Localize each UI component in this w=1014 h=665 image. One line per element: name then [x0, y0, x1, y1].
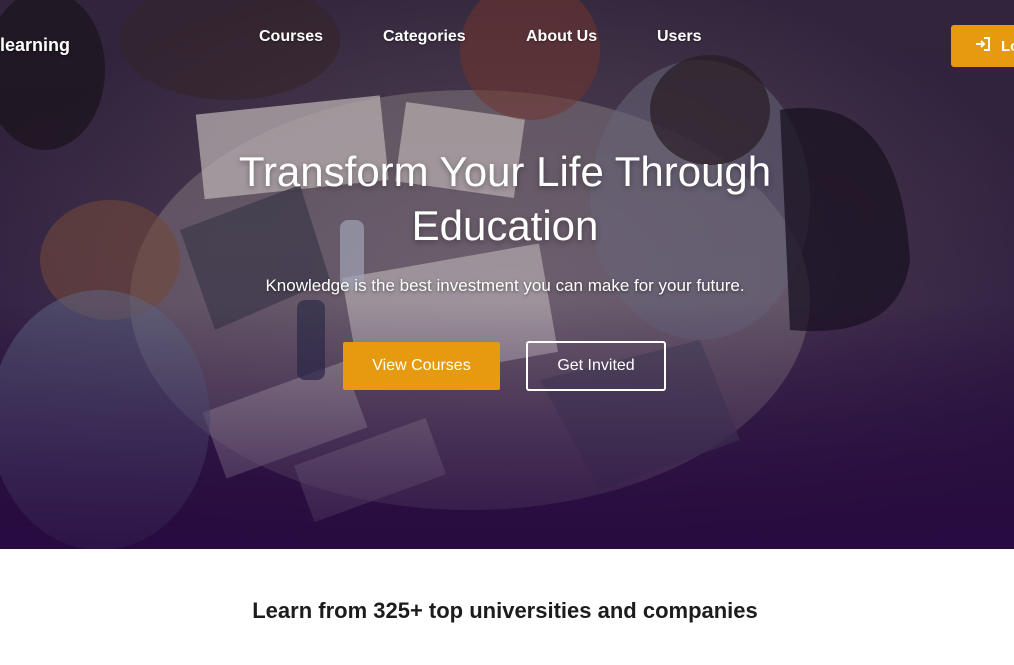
- hero-section: -learning Courses Categories About Us Us…: [0, 0, 1014, 549]
- nav-link-courses[interactable]: Courses: [259, 28, 323, 46]
- hero-title-line-1: Transform Your Life Through: [238, 148, 772, 195]
- sign-in-icon: [975, 37, 991, 55]
- hero-title: Transform Your Life Through Education: [0, 145, 1010, 253]
- partners-heading: Learn from 325+ top universities and com…: [252, 598, 758, 623]
- brand-logo[interactable]: -learning: [0, 35, 70, 56]
- nav-link-about-us[interactable]: About Us: [526, 28, 597, 46]
- hero-subtitle: Knowledge is the best investment you can…: [265, 276, 745, 295]
- view-courses-button[interactable]: View Courses: [343, 342, 500, 390]
- hero-title-line-2: Education: [411, 202, 599, 249]
- get-invited-button[interactable]: Get Invited: [526, 341, 666, 391]
- hero-overlay: [0, 0, 1014, 549]
- login-button[interactable]: Lo: [951, 25, 1014, 67]
- nav-link-users[interactable]: Users: [657, 28, 701, 46]
- login-button-label: Lo: [1001, 37, 1014, 55]
- nav-link-categories[interactable]: Categories: [383, 28, 466, 46]
